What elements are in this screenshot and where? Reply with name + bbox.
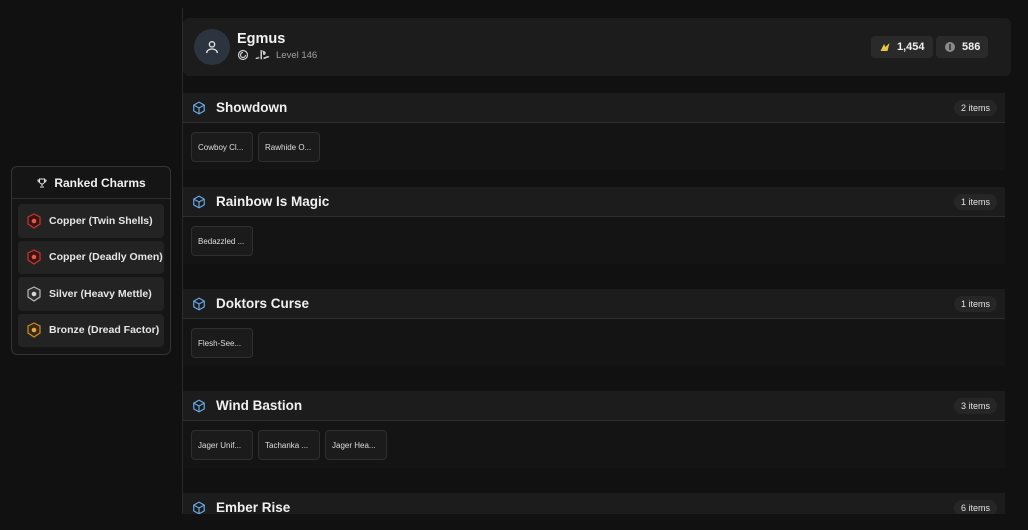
playstation-icon (255, 50, 270, 60)
credits-badge: 586 (936, 36, 989, 58)
collection-items: Bedazzled ... (183, 217, 1005, 264)
charm-item[interactable]: Copper (Deadly Omen) (18, 240, 164, 274)
item-label: Jager Unif... (198, 440, 242, 450)
collection-header[interactable]: Doktors Curse 1 items (183, 289, 1005, 319)
item-label: Jager Hea... (332, 440, 376, 450)
item-label: Tachanka ... (265, 440, 309, 450)
player-name: Egmus (237, 31, 286, 47)
collection-section: Showdown 2 items Cowboy Cl... Rawhide O.… (183, 93, 1005, 170)
trophy-icon (37, 178, 47, 187)
cube-icon (193, 100, 205, 115)
user-icon (206, 41, 218, 54)
player-level: Level 146 (276, 49, 318, 61)
item-card[interactable]: Flesh-See... (191, 328, 253, 358)
collection-items: Flesh-See... (183, 319, 1005, 366)
bronze-charm-icon (27, 322, 41, 338)
cube-icon (193, 296, 205, 311)
player-meta: Level 146 (237, 49, 317, 61)
cube-icon (193, 500, 205, 514)
renown-value: 1,454 (897, 41, 925, 53)
charm-item[interactable]: Copper (Twin Shells) (18, 204, 164, 238)
item-card[interactable]: Jager Unif... (191, 430, 253, 460)
item-card[interactable]: Tachanka ... (258, 430, 320, 460)
charm-item[interactable]: Bronze (Dread Factor) (18, 313, 164, 347)
item-count-badge: 6 items (953, 500, 997, 514)
avatar[interactable] (194, 29, 230, 65)
renown-icon (880, 43, 890, 51)
collection-header[interactable]: Wind Bastion 3 items (183, 391, 1005, 421)
collection-items: Cowboy Cl... Rawhide O... (183, 123, 1005, 170)
collection-title: Ember Rise (216, 500, 291, 514)
cube-icon (193, 194, 205, 209)
collection-section: Doktors Curse 1 items Flesh-See... (183, 289, 1005, 366)
item-count-badge: 1 items (953, 296, 997, 312)
item-label: Bedazzled ... (198, 236, 245, 246)
collection-section: Wind Bastion 3 items Jager Unif... Tacha… (183, 391, 1005, 468)
item-label: Rawhide O... (265, 142, 312, 152)
renown-badge: 1,454 (871, 36, 933, 58)
collection-title: Doktors Curse (216, 296, 310, 311)
ranked-charms-title: Ranked Charms (54, 175, 146, 190)
collections-list: Showdown 2 items Cowboy Cl... Rawhide O.… (183, 93, 1005, 514)
ranked-charms-panel: Ranked Charms Copper (Twin Shells) Coppe… (11, 166, 171, 355)
item-count-badge: 1 items (953, 194, 997, 210)
charm-label: Copper (Deadly Omen) (49, 251, 163, 264)
profile-header: Egmus Level 146 1,454 586 (183, 18, 1011, 76)
item-card[interactable]: Bedazzled ... (191, 226, 253, 256)
collection-title: Rainbow Is Magic (216, 194, 330, 209)
item-card[interactable]: Rawhide O... (258, 132, 320, 162)
item-card[interactable]: Jager Hea... (325, 430, 387, 460)
collection-title: Wind Bastion (216, 398, 303, 413)
item-label: Flesh-See... (198, 338, 242, 348)
collection-header[interactable]: Ember Rise 6 items (183, 493, 1005, 514)
charm-label: Silver (Heavy Mettle) (49, 287, 152, 300)
collection-header[interactable]: Showdown 2 items (183, 93, 1005, 123)
copper-charm-icon (27, 249, 41, 265)
collection-section: Ember Rise 6 items (183, 493, 1005, 514)
item-count-badge: 3 items (953, 398, 997, 414)
charm-label: Bronze (Dread Factor) (49, 324, 160, 337)
item-count-badge: 2 items (953, 100, 997, 116)
item-label: Cowboy Cl... (198, 142, 244, 152)
silver-charm-icon (27, 286, 41, 302)
ranked-charms-header: Ranked Charms (12, 167, 170, 199)
charm-item[interactable]: Silver (Heavy Mettle) (18, 277, 164, 311)
copper-charm-icon (27, 213, 41, 229)
ubisoft-icon (237, 49, 249, 61)
credits-value: 586 (962, 41, 981, 53)
collection-section: Rainbow Is Magic 1 items Bedazzled ... (183, 187, 1005, 264)
cube-icon (193, 398, 205, 413)
r6-credits-icon (945, 42, 955, 52)
collection-items: Jager Unif... Tachanka ... Jager Hea... (183, 421, 1005, 468)
charm-label: Copper (Twin Shells) (49, 214, 153, 227)
collection-header[interactable]: Rainbow Is Magic 1 items (183, 187, 1005, 217)
collection-title: Showdown (216, 100, 288, 115)
item-card[interactable]: Cowboy Cl... (191, 132, 253, 162)
